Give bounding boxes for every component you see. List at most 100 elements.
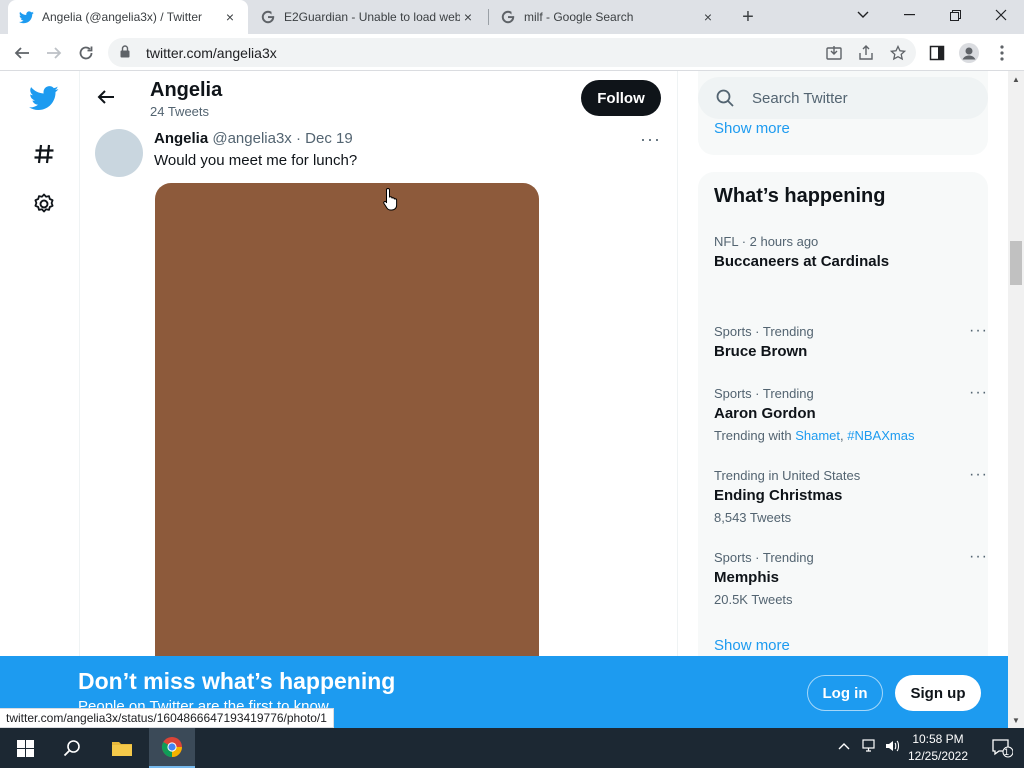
tab-close-icon[interactable]: × xyxy=(460,9,476,25)
url-text: twitter.com/angelia3x xyxy=(146,44,277,61)
tab-twitter[interactable]: Angelia (@angelia3x) / Twitter × xyxy=(8,0,248,34)
minimize-icon[interactable] xyxy=(886,0,932,30)
tab-search-icon[interactable] xyxy=(840,0,886,30)
trend-item[interactable]: NFL · 2 hours ago Buccaneers at Cardinal… xyxy=(714,234,974,270)
profile-name: Angelia xyxy=(150,79,223,101)
google-favicon-icon xyxy=(500,9,516,25)
bookmark-star-icon[interactable] xyxy=(885,40,911,66)
twitter-favicon-icon xyxy=(18,9,34,25)
tweet-header: Angelia @angelia3x · Dec 19 xyxy=(154,130,353,147)
back-arrow-icon[interactable] xyxy=(94,85,118,109)
twitter-page: Angelia 24 Tweets Follow Angelia @angeli… xyxy=(0,71,1008,728)
trend-name: Memphis xyxy=(714,569,780,586)
new-tab-button[interactable]: + xyxy=(736,5,760,29)
trend-more-icon[interactable]: ··· xyxy=(969,466,988,484)
tab-title: Angelia (@angelia3x) / Twitter xyxy=(42,10,203,24)
side-panel-icon[interactable] xyxy=(924,40,950,66)
trend-link-shamet[interactable]: Shamet xyxy=(795,428,840,443)
twitter-logo-icon[interactable] xyxy=(22,76,66,120)
restore-icon[interactable] xyxy=(932,0,978,30)
browser-tab-strip: Angelia (@angelia3x) / Twitter × E2Guard… xyxy=(0,0,1024,34)
clock-time: 10:58 PM xyxy=(912,732,964,746)
trend-name: Bruce Brown xyxy=(714,343,808,360)
address-bar[interactable]: twitter.com/angelia3x xyxy=(108,38,916,67)
notification-center-icon[interactable]: 1 xyxy=(980,728,1024,768)
tab-e2guardian[interactable]: E2Guardian - Unable to load web × xyxy=(250,0,486,34)
tab-close-icon[interactable]: × xyxy=(700,9,716,25)
settings-gear-icon[interactable] xyxy=(22,182,66,226)
taskbar-search-icon[interactable] xyxy=(49,728,95,768)
browser-toolbar: twitter.com/angelia3x xyxy=(0,34,1024,71)
install-app-icon[interactable] xyxy=(821,40,847,66)
explore-hashtag-icon[interactable] xyxy=(22,132,66,176)
banner-title: Don’t miss what’s happening xyxy=(78,668,396,694)
trend-name: Aaron Gordon xyxy=(714,405,816,422)
trend-meta: NFL · 2 hours ago xyxy=(714,234,819,249)
windows-start-icon[interactable] xyxy=(2,728,48,768)
tray-chevron-icon[interactable] xyxy=(838,738,850,753)
trend-meta: Sports · Trending xyxy=(714,550,814,565)
trend-item[interactable]: Sports · Trending Bruce Brown ··· xyxy=(714,322,987,360)
tweet-photo[interactable] xyxy=(155,183,539,728)
profile-timeline: Angelia 24 Tweets Follow Angelia @angeli… xyxy=(80,71,678,728)
tab-title: E2Guardian - Unable to load web xyxy=(284,10,460,24)
trend-item[interactable]: Sports · Trending Memphis 20.5K Tweets ·… xyxy=(714,548,987,607)
windows-taskbar: 10:58 PM 12/25/2022 1 xyxy=(0,728,1024,768)
tweet-count: 24 Tweets xyxy=(150,104,210,119)
left-navigation xyxy=(0,71,80,728)
notification-count-badge: 1 xyxy=(1004,747,1010,757)
trend-meta: Trending in United States xyxy=(714,468,861,483)
share-icon[interactable] xyxy=(853,40,879,66)
trend-item[interactable]: Sports · Trending Aaron Gordon Trending … xyxy=(714,384,987,443)
mouse-pointer-hand-icon xyxy=(383,187,399,216)
show-more-link-top[interactable]: Show more xyxy=(714,120,790,137)
scrollbar-thumb[interactable] xyxy=(1010,241,1022,285)
tweet-more-icon[interactable]: ··· xyxy=(640,129,661,150)
show-more-link-bottom[interactable]: Show more xyxy=(714,637,790,654)
trend-comma: , xyxy=(840,428,844,443)
trend-more-icon[interactable]: ··· xyxy=(969,384,988,402)
scroll-up-icon[interactable]: ▲ xyxy=(1008,71,1024,87)
trend-more-icon[interactable]: ··· xyxy=(969,548,988,566)
avatar[interactable] xyxy=(95,129,143,177)
trending-with-label: Trending with xyxy=(714,428,792,443)
forward-icon[interactable] xyxy=(41,40,67,66)
trend-tweet-count: 8,543 Tweets xyxy=(714,510,792,525)
lock-icon xyxy=(120,44,134,61)
volume-icon[interactable] xyxy=(885,739,901,756)
tab-separator xyxy=(488,9,489,25)
search-placeholder: Search Twitter xyxy=(752,89,848,107)
clock-date: 12/25/2022 xyxy=(907,749,969,763)
profile-avatar-icon[interactable] xyxy=(956,40,982,66)
search-input[interactable]: Search Twitter xyxy=(698,77,988,119)
file-explorer-icon[interactable] xyxy=(99,728,145,768)
tweet-date[interactable]: Dec 19 xyxy=(305,130,353,147)
trend-link-nbaxmas[interactable]: #NBAXmas xyxy=(847,428,914,443)
tweet-separator: · xyxy=(295,130,301,147)
reload-icon[interactable] xyxy=(73,40,99,66)
tab-close-icon[interactable]: × xyxy=(222,9,238,25)
trend-name: Ending Christmas xyxy=(714,487,843,504)
whats-happening-title: What’s happening xyxy=(714,185,886,207)
sign-up-button[interactable]: Sign up xyxy=(895,675,981,711)
close-window-icon[interactable] xyxy=(978,0,1024,30)
google-favicon-icon xyxy=(260,9,276,25)
trend-item[interactable]: Trending in United States Ending Christm… xyxy=(714,466,987,525)
page-scrollbar[interactable]: ▲ ▼ xyxy=(1008,71,1024,728)
log-in-button[interactable]: Log in xyxy=(807,675,883,711)
follow-button[interactable]: Follow xyxy=(581,80,661,116)
back-icon[interactable] xyxy=(9,40,35,66)
status-bar-url: twitter.com/angelia3x/status/16048666471… xyxy=(0,708,334,728)
chrome-taskbar-icon[interactable] xyxy=(149,728,195,768)
trending-with: Trending with Shamet, #NBAXmas xyxy=(714,428,974,443)
tab-google-search[interactable]: milf - Google Search × xyxy=(490,0,726,34)
tweet-author-handle[interactable]: @angelia3x xyxy=(212,130,291,147)
tweet-author-name[interactable]: Angelia xyxy=(154,130,208,147)
trend-meta: Sports · Trending xyxy=(714,324,814,339)
trend-more-icon[interactable]: ··· xyxy=(969,322,988,340)
taskbar-clock[interactable]: 10:58 PM 12/25/2022 xyxy=(900,731,976,765)
network-icon[interactable] xyxy=(862,739,878,756)
scroll-down-icon[interactable]: ▼ xyxy=(1008,712,1024,728)
menu-kebab-icon[interactable] xyxy=(989,40,1015,66)
trend-name: Buccaneers at Cardinals xyxy=(714,253,890,270)
